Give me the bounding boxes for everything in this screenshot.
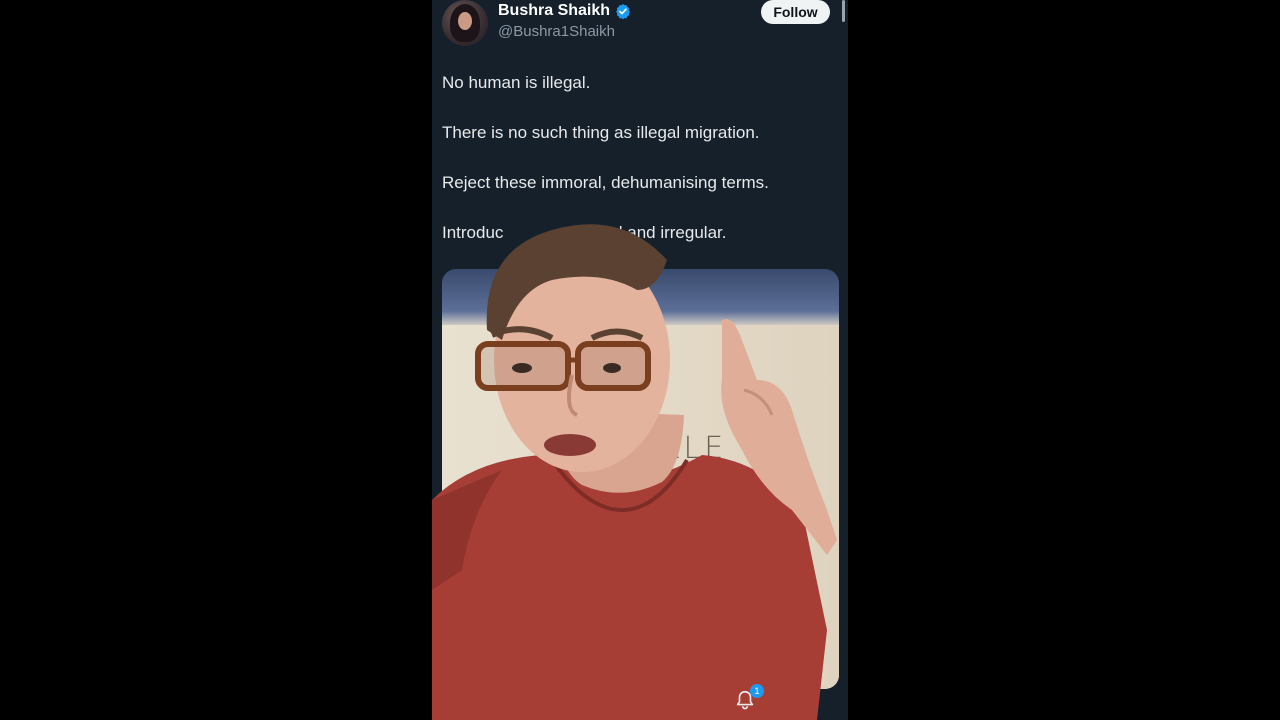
post-line-2: There is no such thing as illegal migrat… xyxy=(442,123,760,142)
presenter-overlay xyxy=(432,224,837,720)
social-post-screen: Bushra Shaikh @Bushra1Shaikh Follow No h… xyxy=(432,0,848,720)
avatar[interactable] xyxy=(442,0,488,46)
post-line-3: Reject these immoral, dehumanising terms… xyxy=(442,173,769,192)
verified-badge-icon xyxy=(616,4,630,19)
notification-badge: 1 xyxy=(750,684,764,698)
author-row[interactable]: Bushra Shaikh xyxy=(498,2,631,20)
scrollbar[interactable] xyxy=(842,0,845,22)
video-frame: Bushra Shaikh @Bushra1Shaikh Follow No h… xyxy=(0,0,1280,720)
post-line-1: No human is illegal. xyxy=(442,73,591,92)
post-header: Bushra Shaikh @Bushra1Shaikh Follow xyxy=(432,0,848,56)
author-name[interactable]: Bushra Shaikh xyxy=(498,2,610,20)
follow-button[interactable]: Follow xyxy=(761,0,830,24)
author-handle[interactable]: @Bushra1Shaikh xyxy=(498,23,615,40)
